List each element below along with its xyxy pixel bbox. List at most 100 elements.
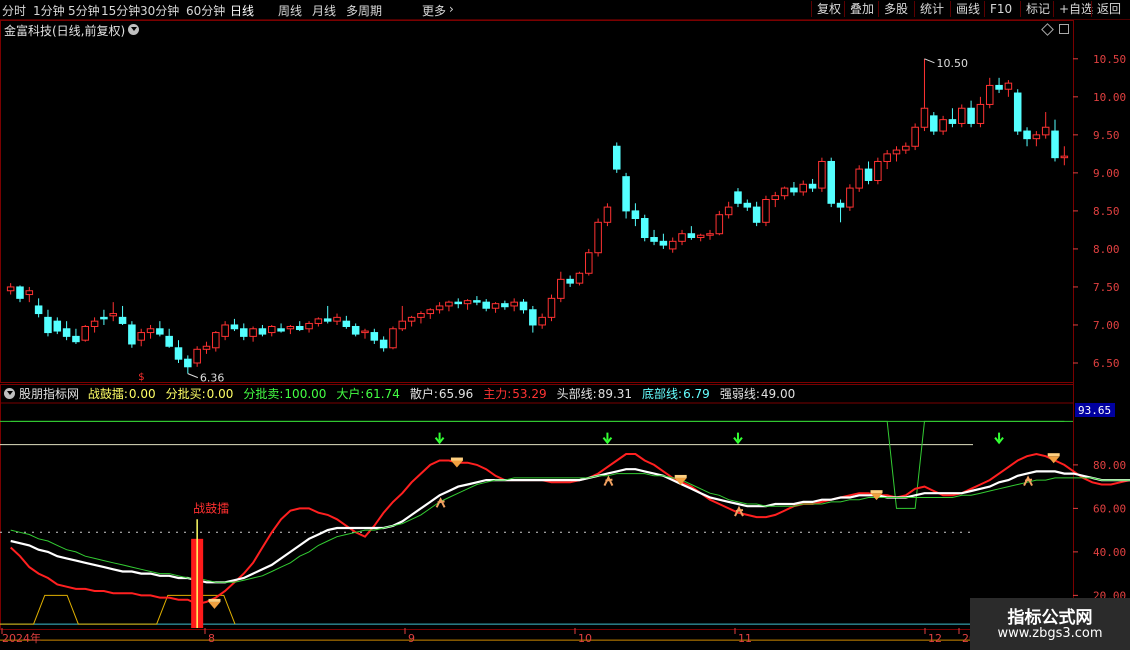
- candle: [650, 229, 658, 246]
- candle: [258, 324, 267, 337]
- candle: [790, 182, 798, 196]
- candle: [855, 165, 863, 192]
- indicator-field-value: 100.00: [284, 387, 327, 401]
- candle-body: [463, 300, 472, 305]
- indicator-field-label: 主力:: [483, 387, 512, 401]
- price-tick-label: 10.50: [1093, 53, 1126, 66]
- candle: [538, 313, 546, 329]
- series-line-2: [10, 473, 1130, 583]
- candle: [631, 203, 640, 227]
- diamond-signal-icon: [208, 598, 221, 609]
- candle: [212, 331, 220, 352]
- candle-body: [519, 301, 528, 311]
- min-price-pointer: [187, 373, 199, 379]
- candle-body: [958, 107, 966, 124]
- candle-body: [482, 301, 490, 309]
- candle-body: [1023, 130, 1031, 140]
- candle: [240, 323, 248, 341]
- candle-body: [715, 214, 724, 235]
- indicator-field-8: 强弱线:49.00: [720, 387, 800, 401]
- candle-body: [1013, 92, 1022, 132]
- candle: [836, 199, 845, 223]
- candle-body: [557, 278, 565, 299]
- candle-body: [752, 206, 761, 223]
- candle-body: [202, 345, 211, 350]
- maximize-icon[interactable]: [1059, 24, 1069, 34]
- candle-body: [734, 191, 742, 204]
- sell-arrow-icon: [602, 432, 613, 445]
- candle-body: [25, 290, 34, 296]
- watermark-title: 指标公式网: [1007, 608, 1093, 628]
- price-tick-label: 6.50: [1093, 357, 1120, 370]
- candle: [659, 233, 668, 249]
- kline-chart[interactable]: 10.5010.009.509.008.508.007.507.006.5080…: [0, 0, 1130, 650]
- candle-body: [706, 233, 714, 236]
- candle-body: [659, 240, 668, 246]
- candle: [165, 328, 173, 348]
- candle: [930, 112, 938, 135]
- candle: [1023, 127, 1031, 147]
- candle-body: [585, 252, 593, 274]
- candle: [706, 229, 714, 240]
- runner-shape: [435, 497, 446, 508]
- candle-body: [995, 84, 1003, 90]
- candle: [566, 275, 574, 287]
- candle-body: [612, 145, 621, 170]
- candle: [734, 188, 742, 208]
- candle-body: [407, 316, 416, 322]
- candle-body: [240, 328, 248, 337]
- candle: [1004, 80, 1013, 97]
- candle: [370, 328, 379, 344]
- watermark-url: www.zbgs3.com: [997, 626, 1103, 641]
- candle-body: [426, 309, 435, 315]
- candle: [1013, 89, 1022, 135]
- candle-body: [547, 297, 556, 318]
- candle: [435, 302, 444, 314]
- candle: [221, 321, 229, 341]
- candle-body: [724, 206, 733, 216]
- candle-body: [650, 237, 658, 242]
- candle: [463, 299, 472, 310]
- indicator-field-1: 分批买:0.00: [166, 387, 239, 401]
- candle: [342, 315, 351, 329]
- indicator-name: 股朋指标网: [19, 387, 80, 401]
- candle-body: [799, 183, 808, 193]
- candle-body: [827, 160, 835, 204]
- candle-body: [696, 234, 705, 239]
- indicator-options-dropdown-icon[interactable]: [4, 388, 15, 399]
- candle: [948, 108, 957, 128]
- candle: [640, 214, 649, 242]
- candle-body: [678, 233, 686, 242]
- max-price-label: 10.50: [936, 57, 968, 70]
- candle: [678, 229, 686, 246]
- candle: [743, 199, 752, 211]
- chart-options-dropdown-icon[interactable]: [128, 24, 139, 35]
- candle: [939, 115, 947, 135]
- candle: [16, 285, 24, 303]
- series-line-0: [10, 452, 1130, 606]
- indicator-field-2: 分批卖:100.00: [243, 387, 331, 401]
- candle-body: [146, 328, 155, 334]
- candle: [911, 123, 919, 151]
- indicator-field-value: 61.74: [365, 387, 400, 401]
- candle-body: [622, 176, 630, 212]
- candle-body: [668, 240, 677, 250]
- candle: [622, 172, 630, 219]
- indicator-field-value: 0.00: [206, 387, 234, 401]
- price-panel-frame: [0, 20, 1074, 383]
- diamond-top: [1047, 453, 1060, 457]
- candle: [62, 321, 71, 341]
- candle-body: [846, 187, 854, 208]
- candle-body: [6, 286, 15, 292]
- candle: [407, 315, 416, 327]
- indicator-tick-label: 60.00: [1093, 502, 1126, 515]
- candle: [286, 324, 295, 335]
- candle-body: [575, 272, 584, 284]
- candle-body: [985, 84, 994, 105]
- candle-body: [81, 325, 90, 341]
- indicator-field-label: 散户:: [409, 387, 438, 401]
- candle-body: [874, 160, 882, 181]
- candle: [72, 328, 80, 344]
- candle: [34, 298, 43, 318]
- candle: [249, 326, 257, 342]
